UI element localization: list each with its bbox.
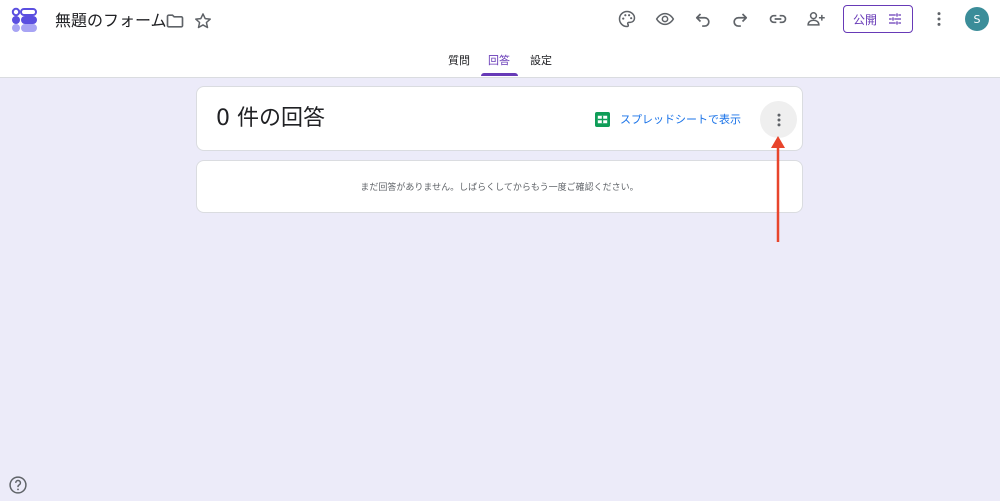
responses-more-button[interactable] <box>760 101 797 138</box>
tune-icon <box>889 13 901 25</box>
empty-responses-message: まだ回答がありません。しばらくしてからもう一度ご確認ください。 <box>360 183 639 193</box>
responses-summary-card: 0 件の回答 スプレッドシートで表示 <box>196 86 803 151</box>
view-in-sheets-link[interactable]: スプレッドシートで表示 <box>595 109 741 129</box>
preview-button[interactable] <box>653 7 677 31</box>
publish-button[interactable]: 公開 <box>843 5 913 33</box>
forms-logo-icon[interactable] <box>10 7 38 33</box>
undo-button[interactable] <box>691 7 715 31</box>
copy-link-button[interactable] <box>766 7 790 31</box>
more-vert-icon <box>777 113 780 126</box>
add-collaborator-icon <box>807 12 825 26</box>
move-to-folder-button[interactable] <box>163 9 187 33</box>
more-options-button[interactable] <box>927 7 951 31</box>
folder-icon <box>166 14 184 28</box>
response-count-title: 0 件の回答 <box>216 106 325 131</box>
preview-eye-icon <box>655 12 675 26</box>
star-button[interactable] <box>191 9 215 33</box>
link-icon <box>769 14 787 24</box>
undo-icon <box>695 13 710 27</box>
form-tabs: 質問 回答 設定 <box>0 52 1000 78</box>
form-title[interactable]: 無題のフォーム <box>55 11 167 31</box>
more-vert-icon <box>937 12 941 26</box>
sheets-icon <box>595 111 610 127</box>
active-tab-indicator <box>481 73 518 76</box>
redo-button[interactable] <box>728 7 752 31</box>
star-icon <box>195 13 211 29</box>
add-collaborators-button[interactable] <box>804 7 828 31</box>
palette-icon <box>618 10 636 28</box>
top-app-bar: 無題のフォーム 公開 S 質問 回答 設定 <box>0 0 1000 78</box>
empty-responses-card: まだ回答がありません。しばらくしてからもう一度ご確認ください。 <box>196 160 803 213</box>
redo-icon <box>733 13 748 27</box>
help-icon[interactable] <box>8 475 28 495</box>
tab-questions[interactable]: 質問 <box>447 52 471 76</box>
avatar[interactable]: S <box>965 7 989 31</box>
customize-theme-button[interactable] <box>615 7 639 31</box>
annotation-arrow <box>771 136 785 242</box>
publish-label: 公開 <box>852 12 877 27</box>
tab-settings[interactable]: 設定 <box>529 52 553 76</box>
view-in-sheets-label: スプレッドシートで表示 <box>620 113 741 126</box>
